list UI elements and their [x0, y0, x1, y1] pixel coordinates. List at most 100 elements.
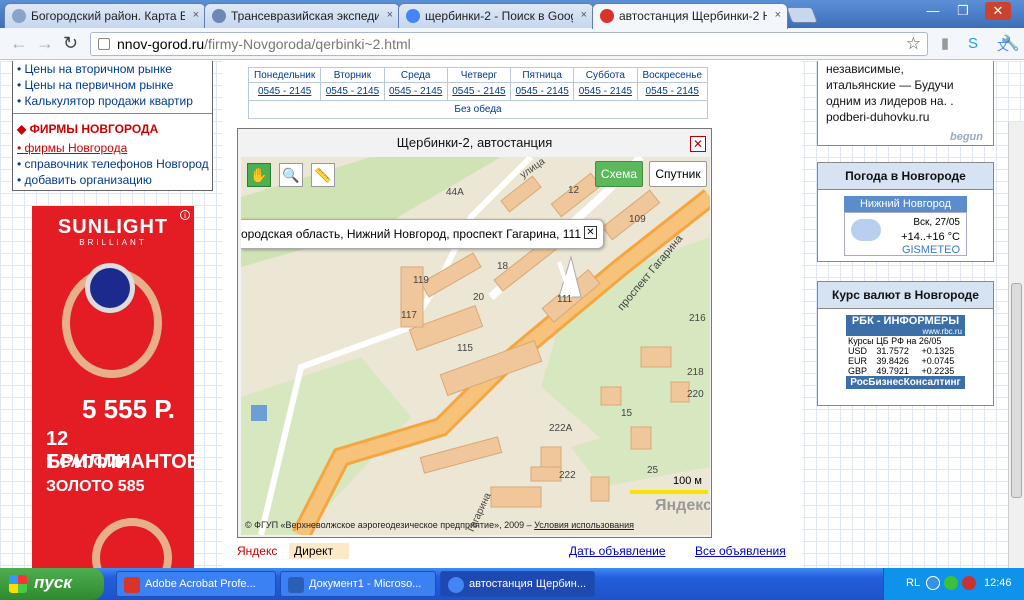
- all-ads-link[interactable]: Все объявления: [695, 544, 786, 558]
- currency-change: +0.1325: [921, 346, 955, 356]
- site-icon: [600, 9, 614, 23]
- house-number: 15: [621, 408, 633, 419]
- currency-row: GBP 49.7921 +0.2235: [846, 366, 965, 376]
- close-icon[interactable]: ×: [581, 9, 587, 21]
- forward-icon[interactable]: →: [36, 33, 54, 53]
- currency-change: +0.0745: [921, 356, 955, 366]
- link-label: Цены на вторичном рынке: [24, 62, 172, 76]
- reload-icon[interactable]: ↻: [63, 33, 78, 53]
- new-tab-button[interactable]: [786, 7, 818, 23]
- sapphire-image: [90, 268, 130, 308]
- close-icon[interactable]: ×: [775, 9, 781, 21]
- link-secondary-prices[interactable]: • Цены на вторичном рынке: [13, 61, 212, 77]
- clock[interactable]: 12:46: [984, 577, 1012, 589]
- right-ad-block[interactable]: независимые, итальянские — Будучи одним …: [817, 61, 994, 146]
- scrollbar-thumb[interactable]: [1011, 283, 1022, 498]
- maximize-button[interactable]: ❐: [950, 2, 976, 20]
- wrench-icon[interactable]: 🔧: [1001, 35, 1020, 53]
- sputnik-button[interactable]: Спутник: [649, 161, 707, 187]
- link-primary-prices[interactable]: • Цены на первичном рынке: [13, 77, 212, 93]
- close-icon[interactable]: ×: [193, 9, 199, 21]
- currency-widget: Курс валют в Новгороде РБК - ИНФОРМЕРЫ w…: [817, 281, 994, 406]
- yandex-label: Яндекс: [237, 544, 278, 558]
- bar-chart-icon[interactable]: ▮: [936, 35, 954, 53]
- section-title: ◆ ФИРМЫ НОВГОРОДА: [13, 113, 212, 140]
- task-acrobat[interactable]: Adobe Acrobat Profe...: [116, 571, 276, 597]
- day-header: Суббота: [573, 67, 638, 83]
- hours-cell: 0545 - 2145: [247, 82, 322, 101]
- rain-cloud-icon: [851, 219, 881, 241]
- give-ad-link[interactable]: Дать объявление: [569, 544, 666, 558]
- currency-code: EUR: [848, 356, 868, 366]
- jewelry-ad-banner[interactable]: i SUNLIGHT BRILLIANT 5 555 Р. 12 БРИЛЛИА…: [32, 206, 194, 568]
- tab-expedition[interactable]: Трансевразийская экспедиц ×: [204, 3, 400, 28]
- link-label: фирмы Новгорода: [24, 141, 128, 155]
- system-tray: RL 12:46: [883, 568, 1024, 600]
- left-menu: • Цены на вторичном рынке • Цены на перв…: [12, 61, 213, 191]
- tab-google-search[interactable]: щербинки-2 - Поиск в Google ×: [398, 3, 594, 28]
- link-calculator[interactable]: • Калькулятор продажи квартир: [13, 93, 212, 109]
- task-title: Документ1 - Microso...: [309, 578, 422, 590]
- zoom-icon[interactable]: 🔍: [279, 163, 303, 187]
- start-button[interactable]: пуск: [0, 568, 104, 600]
- rbc-informer[interactable]: РБК - ИНФОРМЕРЫ www.rbc.ru Курсы ЦБ РФ н…: [846, 315, 965, 389]
- yandex-map[interactable]: ✋ 🔍 📏 Схема Спутник ородская область, Ни…: [241, 157, 710, 535]
- network-icon[interactable]: [926, 576, 940, 590]
- language-indicator[interactable]: RL: [906, 577, 920, 589]
- direct-label[interactable]: Директ: [289, 543, 350, 559]
- terms-link[interactable]: Условия использования: [534, 520, 634, 530]
- ad-url[interactable]: podberi-duhovku.ru: [818, 109, 993, 125]
- address-balloon: ородская область, Нижний Новгород, просп…: [241, 219, 604, 249]
- star-icon[interactable]: ☆: [906, 34, 921, 54]
- gismeteo-logo[interactable]: GISMETEO: [902, 244, 960, 256]
- tab-active-station[interactable]: автостанция Щербинки-2 Ни ×: [592, 3, 788, 29]
- weather-city[interactable]: Нижний Новгород: [844, 196, 967, 212]
- ruler-icon[interactable]: 📏: [311, 163, 335, 187]
- tab-title: Богородский район. Карта Б: [31, 9, 185, 23]
- currency-change: +0.2235: [921, 366, 955, 376]
- address-bar[interactable]: nnov-gorod.ru/firmy-Novgoroda/qerbinki~2…: [90, 32, 928, 56]
- day-header: Понедельник: [247, 67, 322, 83]
- link-label: добавить организацию: [24, 173, 152, 187]
- hours-cell: 0545 - 2145: [573, 82, 638, 101]
- tab-bogorodsky[interactable]: Богородский район. Карта Б ×: [4, 3, 206, 28]
- scale-label: 100 м: [673, 475, 702, 487]
- link-phonebook[interactable]: • справочник телефонов Новгород: [13, 156, 212, 172]
- shield-icon[interactable]: [944, 576, 958, 590]
- house-number: 216: [689, 313, 706, 324]
- currency-caption: Курсы ЦБ РФ на 26/05: [848, 336, 942, 346]
- ad-price: 5 555 Р.: [82, 394, 175, 424]
- house-number: 25: [647, 465, 659, 476]
- weather-temp: +14..+16 °С: [901, 231, 960, 243]
- page-content: • Цены на вторичном рынке • Цены на перв…: [0, 61, 1024, 568]
- hours-cell: 0545 - 2145: [383, 82, 448, 101]
- hours-cell: 0545 - 2145: [636, 82, 708, 101]
- task-chrome[interactable]: автостанция Щербин...: [440, 571, 595, 597]
- start-label: пуск: [34, 573, 72, 592]
- yandex-map-logo: Яндекс: [655, 497, 710, 514]
- back-icon[interactable]: ←: [10, 33, 28, 53]
- window-close-button[interactable]: ✕: [985, 2, 1011, 20]
- hand-icon[interactable]: ✋: [247, 163, 271, 187]
- currency-caption-row: Курсы ЦБ РФ на 26/05: [846, 336, 965, 346]
- currency-code: USD: [848, 346, 868, 356]
- page-scrollbar[interactable]: [1008, 122, 1024, 568]
- minimize-button[interactable]: —: [920, 2, 946, 20]
- map-title: Щербинки-2, автостанция: [396, 135, 553, 150]
- house-number: 222А: [549, 423, 573, 434]
- house-number: 20: [473, 292, 485, 303]
- antivirus-icon[interactable]: [962, 576, 976, 590]
- currency-title: Курс валют в Новгороде: [818, 282, 993, 309]
- house-number: 18: [497, 261, 509, 272]
- close-icon[interactable]: ×: [387, 9, 393, 21]
- day-header: Среда: [383, 67, 448, 83]
- hours-cell: 0545 - 2145: [510, 82, 575, 101]
- skype-icon[interactable]: S: [964, 35, 982, 53]
- hours-cell: 0545 - 2145: [446, 82, 512, 101]
- link-add-org[interactable]: • добавить организацию: [13, 172, 212, 188]
- link-firms[interactable]: • фирмы Новгорода: [13, 140, 212, 156]
- schema-button[interactable]: Схема: [595, 161, 643, 187]
- close-icon[interactable]: ✕: [690, 136, 706, 152]
- task-word[interactable]: Документ1 - Microso...: [280, 571, 436, 597]
- close-icon[interactable]: ✕: [584, 226, 597, 239]
